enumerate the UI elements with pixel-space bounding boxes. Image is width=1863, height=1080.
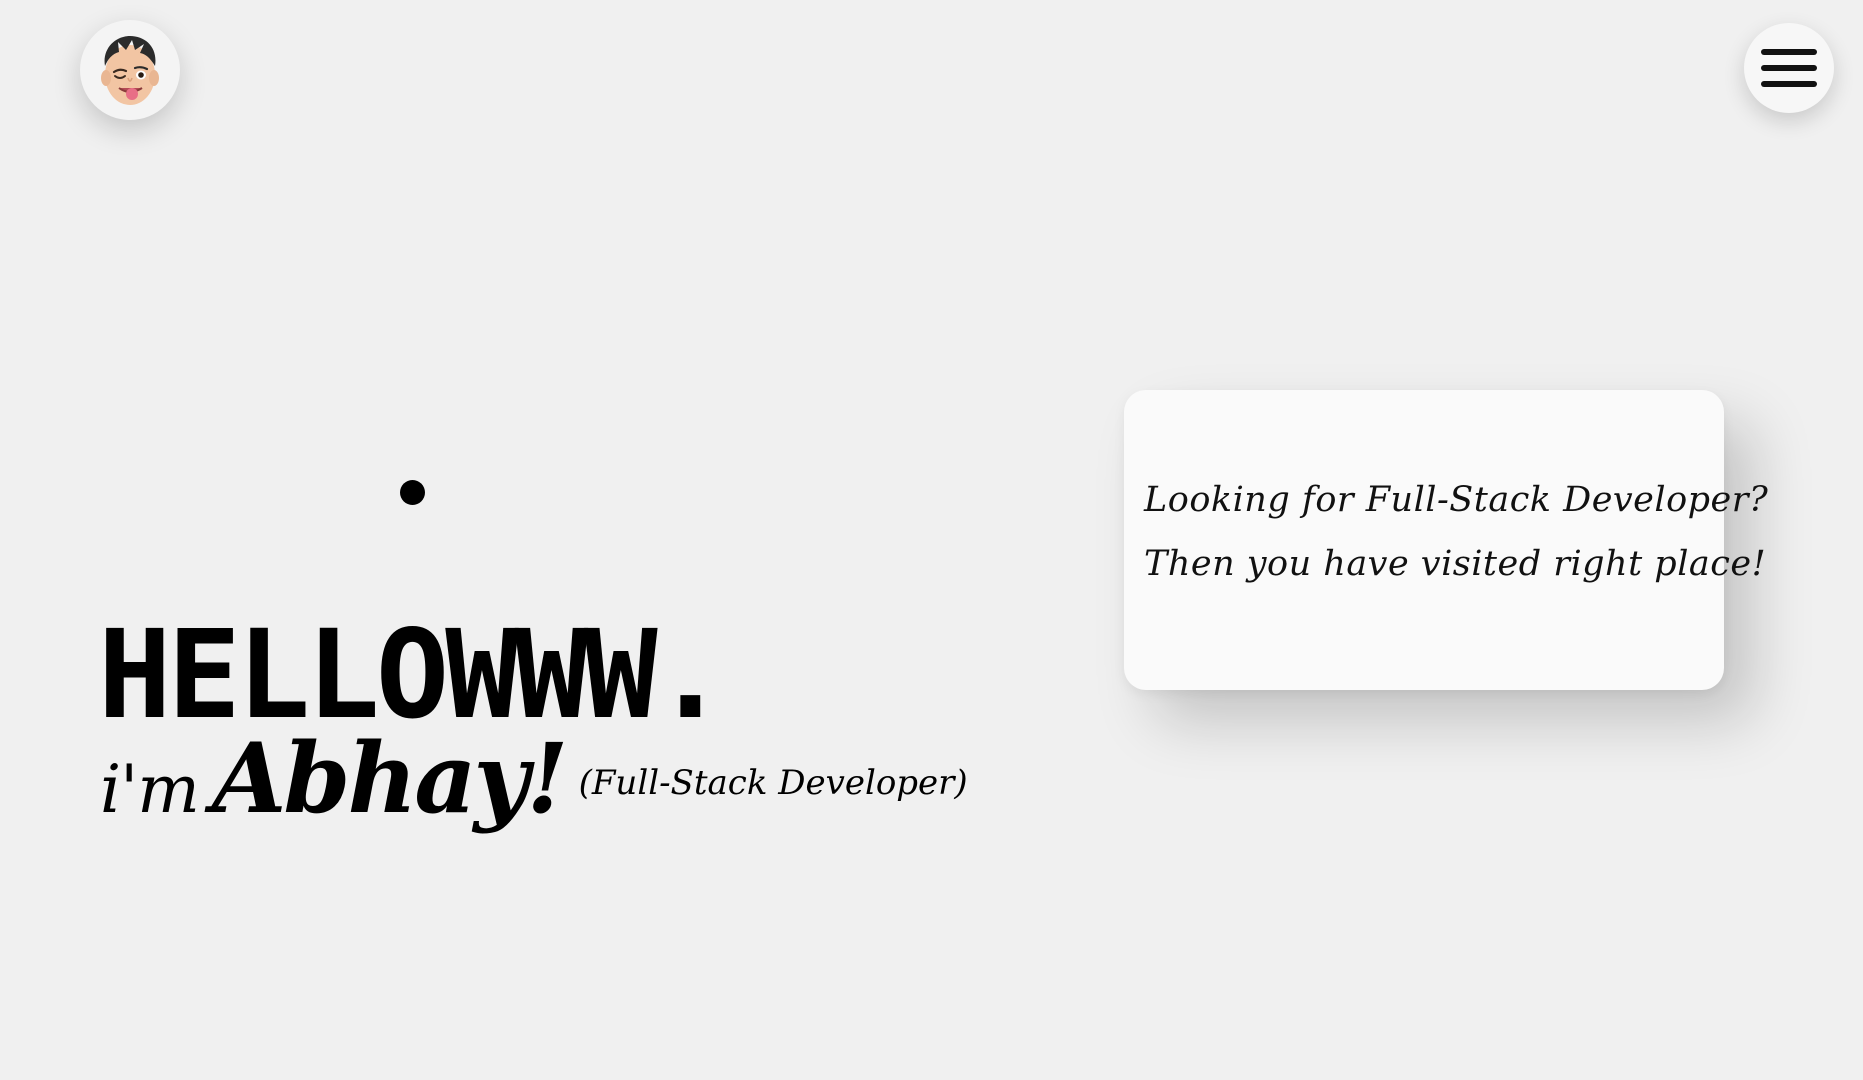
hero-role: (Full-Stack Developer) — [578, 763, 968, 803]
hamburger-menu-icon — [1761, 49, 1817, 87]
hero-name: Abhay! — [211, 722, 569, 835]
menu-button[interactable] — [1744, 23, 1834, 113]
memoji-avatar-icon — [101, 36, 159, 105]
avatar-button[interactable] — [80, 20, 180, 120]
intro-prefix: i'm — [100, 751, 200, 828]
hero-headline: HELLOWWW. — [98, 604, 727, 746]
intro-card: Looking for Full-Stack Developer? Then y… — [1124, 390, 1769, 690]
page: HELLOWWW. i'm Abhay! (Full-Stack Develop… — [0, 0, 1863, 1080]
cursor-dot — [400, 480, 425, 505]
card-line-2: Then you have visited right place! — [1144, 544, 1767, 584]
hero-intro: i'm Abhay! (Full-Stack Developer) — [100, 722, 968, 835]
card-line-1: Looking for Full-Stack Developer? — [1144, 480, 1769, 520]
